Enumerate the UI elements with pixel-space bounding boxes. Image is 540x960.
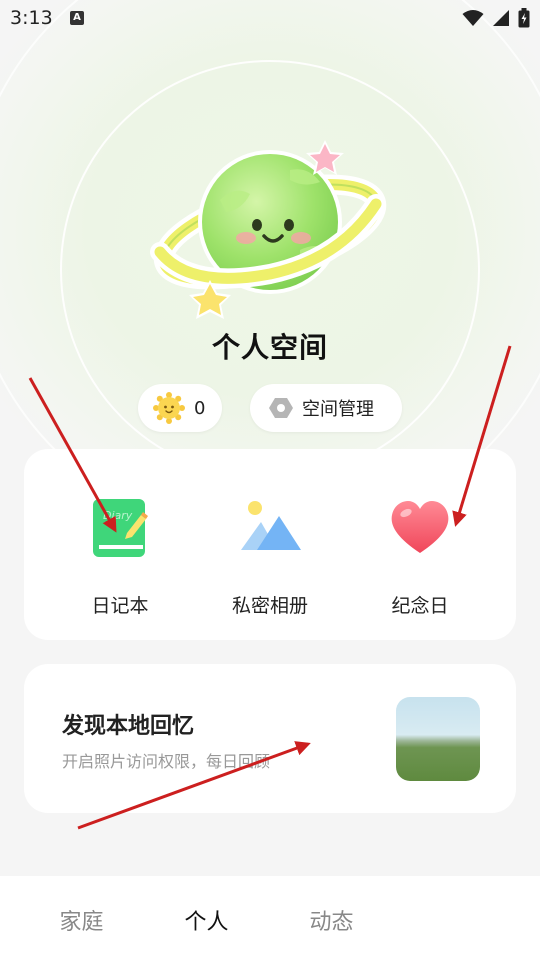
status-icons <box>462 8 530 28</box>
wifi-icon <box>462 10 484 26</box>
anniversary-entry[interactable]: 纪念日 <box>340 493 500 618</box>
settings-hexagon-icon <box>269 398 293 418</box>
diary-icon: Diary <box>93 499 148 557</box>
signal-icon <box>493 10 509 26</box>
sun-icon <box>153 392 185 424</box>
bottom-nav: 家庭 个人 动态 <box>0 876 540 960</box>
sun-points-chip[interactable]: 0 <box>138 384 222 432</box>
private-album-label: 私密相册 <box>231 595 308 617</box>
space-manage-label: 空间管理 <box>302 399 374 420</box>
diary-entry[interactable]: Diary 日记本 <box>40 493 200 618</box>
local-memory-card[interactable]: 发现本地回忆 开启照片访问权限，每日回顾 <box>24 664 516 813</box>
memory-landscape-image <box>396 697 480 781</box>
svg-text:Diary: Diary <box>103 509 133 522</box>
status-time: 3:13 <box>10 7 53 29</box>
memory-subtitle: 开启照片访问权限，每日回顾 <box>62 752 271 771</box>
sun-count: 0 <box>194 397 206 419</box>
battery-icon <box>518 8 530 28</box>
diary-label: 日记本 <box>91 595 149 617</box>
feature-card: Diary 日记本 私密相册 纪念日 <box>24 449 516 640</box>
heart-icon <box>391 501 449 553</box>
memory-title: 发现本地回忆 <box>62 714 195 739</box>
page-title: 个人空间 <box>211 331 328 364</box>
album-icon <box>241 501 301 550</box>
tab-personal[interactable]: 个人 <box>144 876 269 960</box>
planet-mascot-icon <box>150 140 387 319</box>
notification-a-icon: A <box>70 11 84 25</box>
anniversary-label: 纪念日 <box>391 595 449 617</box>
private-album-entry[interactable]: 私密相册 <box>190 493 350 618</box>
tab-family[interactable]: 家庭 <box>19 876 144 960</box>
status-bar: 3:13 A <box>0 0 540 36</box>
tab-moments[interactable]: 动态 <box>269 876 394 960</box>
space-manage-button[interactable]: 空间管理 <box>250 384 402 432</box>
